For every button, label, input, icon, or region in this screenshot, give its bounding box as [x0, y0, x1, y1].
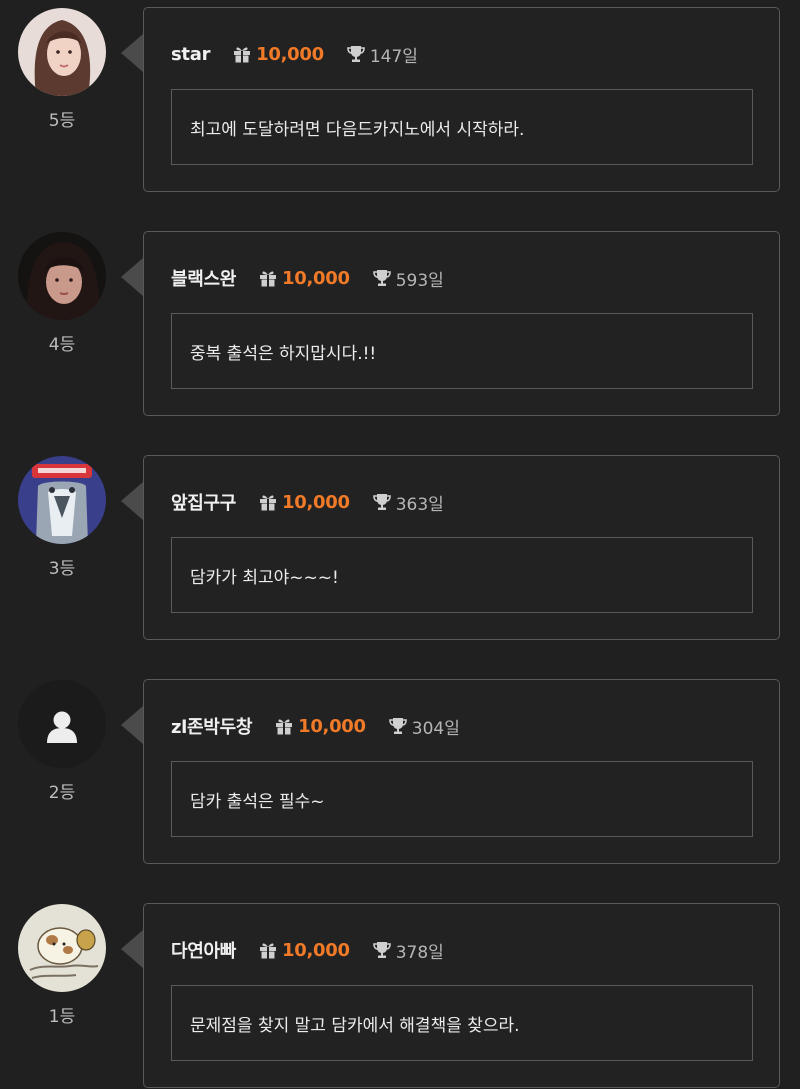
- gift-icon: [260, 943, 277, 959]
- comment-card: 앞집구구 10,000 363일 담카가 최고야~~~!: [143, 455, 780, 640]
- avatar-photo: [18, 232, 106, 320]
- ranking-entry: 1등 다연아빠 10,000 378일 문제점을 찾지 말고 담카에서 해결책을…: [0, 896, 800, 1089]
- user-avatar[interactable]: [18, 680, 106, 768]
- comment-text: 중복 출석은 하지맙시다.!!: [190, 343, 377, 364]
- rank-label: 4등: [48, 335, 76, 355]
- points-value: 10,000: [256, 43, 324, 65]
- ranking-entry: 5등 star 10,000 147일 최고에 도달하려면 다음드카지노에서 시…: [0, 0, 800, 224]
- avatar-photo: [18, 8, 106, 96]
- message-box: 담카 출석은 필수~: [171, 761, 753, 837]
- trophy-icon: [372, 270, 391, 286]
- nickname[interactable]: star: [171, 44, 210, 65]
- message-box: 담카가 최고야~~~!: [171, 537, 753, 613]
- card-pointer: [121, 482, 143, 520]
- ranking-entry: 3등 앞집구구 10,000 363일 담카가 최고야~~~!: [0, 448, 800, 672]
- points-value: 10,000: [298, 715, 366, 737]
- trophy-icon: [388, 718, 407, 734]
- comment-card: star 10,000 147일 최고에 도달하려면 다음드카지노에서 시작하라…: [143, 7, 780, 192]
- comment-text: 문제점을 찾지 말고 담카에서 해결책을 찾으라.: [190, 1015, 520, 1036]
- points-value: 10,000: [282, 939, 350, 961]
- trophy-icon: [347, 46, 365, 62]
- card-pointer: [121, 258, 143, 296]
- comment-text: 담카 출석은 필수~: [190, 791, 325, 812]
- attendance-ranking-list: 5등 star 10,000 147일 최고에 도달하려면 다음드카지노에서 시…: [0, 0, 800, 1089]
- gift-icon: [276, 719, 293, 735]
- nickname[interactable]: 앞집구구: [171, 489, 236, 515]
- attendance-days: 363일: [395, 494, 444, 515]
- user-avatar[interactable]: [18, 456, 106, 544]
- message-box: 중복 출석은 하지맙시다.!!: [171, 313, 753, 389]
- ranking-entry: 2등 zl존박두창 10,000 304일 담카 출석은 필수~: [0, 672, 800, 896]
- comment-card: 다연아빠 10,000 378일 문제점을 찾지 말고 담카에서 해결책을 찾으…: [143, 903, 780, 1088]
- comment-text: 최고에 도달하려면 다음드카지노에서 시작하라.: [190, 119, 525, 140]
- ranking-entry: 4등 블랙스완 10,000 593일 중복 출석은 하지맙시다.!!: [0, 224, 800, 448]
- card-pointer: [121, 930, 143, 968]
- message-box: 최고에 도달하려면 다음드카지노에서 시작하라.: [171, 89, 753, 165]
- points-value: 10,000: [282, 267, 350, 289]
- rank-label: 3등: [48, 559, 76, 579]
- user-avatar[interactable]: [18, 8, 106, 96]
- attendance-days: 593일: [395, 270, 444, 291]
- avatar-cartoon: [18, 456, 106, 544]
- nickname[interactable]: zl존박두창: [171, 713, 252, 739]
- trophy-icon: [372, 494, 391, 510]
- attendance-days: 304일: [411, 718, 460, 739]
- rank-label: 5등: [48, 111, 76, 131]
- card-meta: 앞집구구 10,000 363일: [171, 489, 444, 515]
- gift-icon: [234, 47, 251, 63]
- attendance-days: 378일: [395, 942, 444, 963]
- card-meta: 블랙스완 10,000 593일: [171, 265, 444, 291]
- card-pointer: [121, 34, 143, 72]
- comment-text: 담카가 최고야~~~!: [190, 567, 339, 588]
- attendance-days: 147일: [369, 46, 418, 67]
- comment-card: 블랙스완 10,000 593일 중복 출석은 하지맙시다.!!: [143, 231, 780, 416]
- card-pointer: [121, 706, 143, 744]
- card-meta: star 10,000 147일: [171, 41, 418, 67]
- card-meta: zl존박두창 10,000 304일: [171, 713, 460, 739]
- gift-icon: [260, 271, 277, 287]
- rank-label: 1등: [48, 1007, 76, 1027]
- avatar-drawing: [18, 904, 106, 992]
- comment-card: zl존박두창 10,000 304일 담카 출석은 필수~: [143, 679, 780, 864]
- points-value: 10,000: [282, 491, 350, 513]
- user-avatar[interactable]: [18, 904, 106, 992]
- message-box: 문제점을 찾지 말고 담카에서 해결책을 찾으라.: [171, 985, 753, 1061]
- trophy-icon: [372, 942, 391, 958]
- default-user-icon: [18, 680, 106, 768]
- gift-icon: [260, 495, 277, 511]
- rank-label: 2등: [48, 783, 76, 803]
- user-avatar[interactable]: [18, 232, 106, 320]
- nickname[interactable]: 블랙스완: [171, 265, 236, 291]
- nickname[interactable]: 다연아빠: [171, 937, 236, 963]
- card-meta: 다연아빠 10,000 378일: [171, 937, 444, 963]
